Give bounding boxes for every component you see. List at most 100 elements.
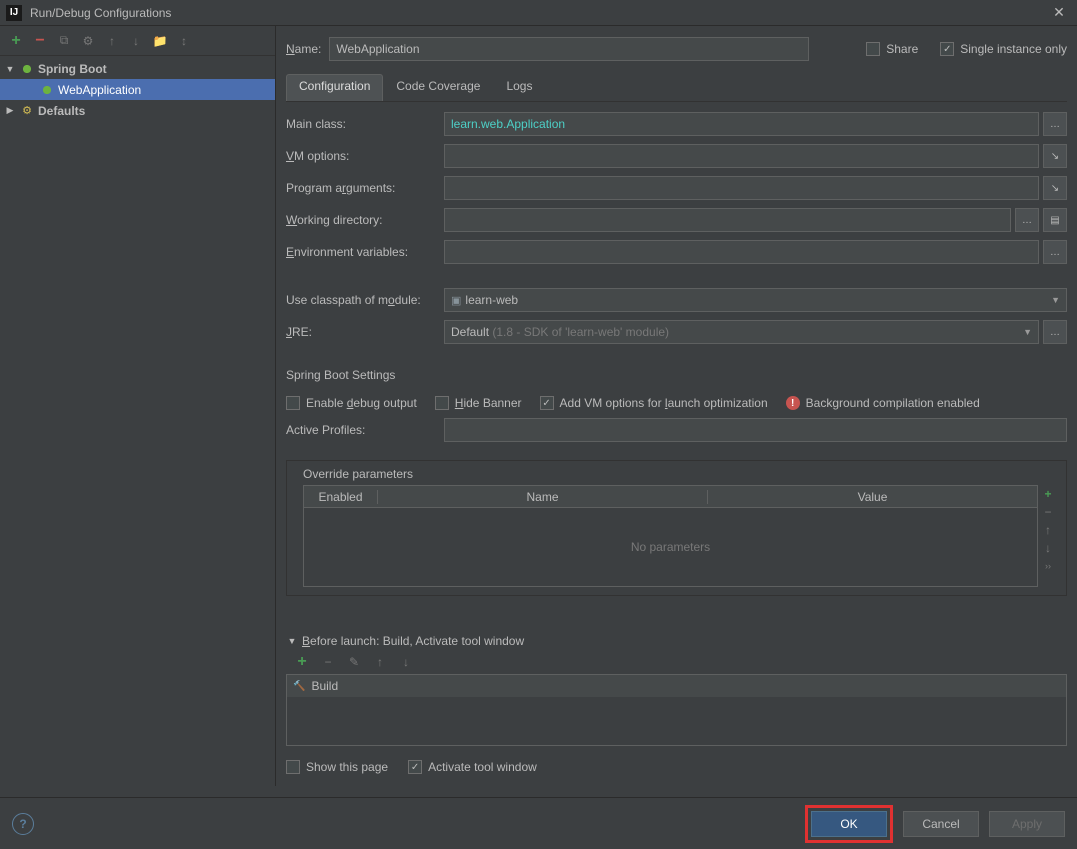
hide-banner-label: Hide Banner	[455, 396, 522, 410]
override-title: Override parameters	[303, 467, 1058, 481]
expand-program-args-button[interactable]: ↘	[1043, 176, 1067, 200]
tree-label: Defaults	[38, 104, 85, 118]
remove-param-icon[interactable]: −	[1041, 505, 1055, 519]
chevron-down-icon: ▼	[1051, 295, 1060, 305]
tabs: Configuration Code Coverage Logs	[286, 74, 1067, 102]
browse-jre-button[interactable]: …	[1043, 320, 1067, 344]
apply-button[interactable]: Apply	[989, 811, 1065, 837]
col-enabled[interactable]: Enabled	[304, 490, 378, 504]
override-table: Enabled Name Value No parameters	[303, 485, 1038, 587]
add-task-icon[interactable]: +	[294, 654, 310, 670]
jre-dropdown[interactable]: Default (1.8 - SDK of 'learn-web' module…	[444, 320, 1039, 344]
build-item-label: Build	[311, 679, 338, 693]
tab-configuration[interactable]: Configuration	[286, 74, 383, 101]
list-item[interactable]: 🔨 Build	[287, 675, 1066, 697]
remove-task-icon[interactable]: −	[320, 654, 336, 670]
window-title: Run/Debug Configurations	[30, 6, 1047, 20]
vm-options-field[interactable]	[444, 144, 1039, 168]
folder-icon[interactable]: 📁	[152, 33, 168, 49]
bg-compile-label: Background compilation enabled	[806, 396, 980, 410]
before-launch-section: ▼ Before launch: Build, Activate tool wi…	[286, 634, 1067, 774]
enable-debug-checkbox[interactable]: Enable debug output	[286, 396, 417, 410]
env-vars-field[interactable]	[444, 240, 1039, 264]
add-vm-options-checkbox[interactable]: Add VM options for launch optimization	[540, 396, 768, 410]
insert-macro-button[interactable]: ▤	[1043, 208, 1067, 232]
configuration-form: Main class: learn.web.Application … VM o…	[286, 102, 1067, 774]
jre-detail: (1.8 - SDK of 'learn-web' module)	[492, 325, 669, 339]
cancel-button[interactable]: Cancel	[903, 811, 979, 837]
name-input[interactable]	[329, 37, 809, 61]
classpath-dropdown[interactable]: ▣ learn-web ▼	[444, 288, 1067, 312]
activate-tool-label: Activate tool window	[428, 760, 537, 774]
edit-task-icon[interactable]: ✎	[346, 654, 362, 670]
module-icon: ▣	[451, 294, 461, 307]
spring-boot-icon	[40, 83, 54, 97]
expand-vm-options-button[interactable]: ↘	[1043, 144, 1067, 168]
hide-banner-checkbox[interactable]: Hide Banner	[435, 396, 522, 410]
remove-config-icon[interactable]: −	[32, 33, 48, 49]
more-param-icon[interactable]: ››	[1041, 559, 1055, 573]
browse-working-dir-button[interactable]: …	[1015, 208, 1039, 232]
tree-node-spring-boot[interactable]: ▼ Spring Boot	[0, 58, 275, 79]
move-param-up-icon[interactable]: ↑	[1041, 523, 1055, 537]
tree-label: Spring Boot	[38, 62, 107, 76]
jre-default: Default	[451, 325, 489, 339]
col-name[interactable]: Name	[378, 490, 708, 504]
chevron-down-icon[interactable]: ▼	[286, 636, 298, 646]
move-param-down-icon[interactable]: ↓	[1041, 541, 1055, 555]
override-params-section: Override parameters Enabled Name Value N…	[286, 460, 1067, 596]
working-dir-field[interactable]	[444, 208, 1011, 232]
bg-compile-status: ! Background compilation enabled	[786, 396, 980, 410]
chevron-right-icon[interactable]: ▶	[4, 105, 16, 116]
build-icon: 🔨	[293, 681, 305, 692]
spring-boot-icon	[20, 62, 34, 76]
classpath-label: Use classpath of module:	[286, 293, 444, 307]
move-task-up-icon[interactable]: ↑	[372, 654, 388, 670]
chevron-down-icon[interactable]: ▼	[4, 64, 16, 74]
add-param-icon[interactable]: +	[1041, 487, 1055, 501]
spring-settings-title: Spring Boot Settings	[286, 368, 1067, 382]
enable-debug-label: Enable debug output	[306, 396, 417, 410]
close-icon[interactable]: ✕	[1047, 4, 1071, 22]
config-tree: ▼ Spring Boot WebApplication ▶ ⚙ Default…	[0, 56, 275, 786]
move-up-icon[interactable]: ↑	[104, 33, 120, 49]
single-instance-checkbox[interactable]: Single instance only	[940, 42, 1067, 56]
working-dir-label: Working directory:	[286, 213, 444, 227]
env-vars-label: Environment variables:	[286, 245, 444, 259]
settings-icon[interactable]: ⚙	[80, 33, 96, 49]
tree-node-webapplication[interactable]: WebApplication	[0, 79, 275, 100]
tree-label: WebApplication	[58, 83, 141, 97]
program-args-field[interactable]	[444, 176, 1039, 200]
name-label: Name:	[286, 42, 321, 56]
col-value[interactable]: Value	[708, 490, 1037, 504]
move-task-down-icon[interactable]: ↓	[398, 654, 414, 670]
vm-options-label: VM options:	[286, 149, 444, 163]
main-class-field[interactable]: learn.web.Application	[444, 112, 1039, 136]
tab-logs[interactable]: Logs	[493, 74, 545, 101]
ok-button[interactable]: OK	[811, 811, 887, 837]
gear-icon: ⚙	[20, 104, 34, 118]
active-profiles-field[interactable]	[444, 418, 1067, 442]
app-icon: IJ	[6, 5, 22, 21]
sort-icon[interactable]: ↕	[176, 33, 192, 49]
show-this-page-checkbox[interactable]: Show this page	[286, 760, 388, 774]
main-class-label: Main class:	[286, 117, 444, 131]
help-button[interactable]: ?	[12, 813, 34, 835]
share-checkbox[interactable]: Share	[866, 42, 918, 56]
add-config-icon[interactable]: +	[8, 33, 24, 49]
active-profiles-label: Active Profiles:	[286, 423, 444, 437]
edit-env-vars-button[interactable]: …	[1043, 240, 1067, 264]
copy-config-icon[interactable]: ⧉	[56, 33, 72, 49]
override-empty: No parameters	[304, 508, 1037, 586]
before-launch-title: Before launch: Build, Activate tool wind…	[302, 634, 524, 648]
tab-code-coverage[interactable]: Code Coverage	[383, 74, 493, 101]
warning-icon: !	[786, 396, 800, 410]
activate-tool-window-checkbox[interactable]: Activate tool window	[408, 760, 537, 774]
share-label: Share	[886, 42, 918, 56]
tree-node-defaults[interactable]: ▶ ⚙ Defaults	[0, 100, 275, 121]
chevron-down-icon: ▼	[1023, 327, 1032, 337]
override-side-buttons: + − ↑ ↓ ››	[1038, 485, 1058, 587]
browse-main-class-button[interactable]: …	[1043, 112, 1067, 136]
move-down-icon[interactable]: ↓	[128, 33, 144, 49]
jre-label: JRE:	[286, 325, 444, 339]
